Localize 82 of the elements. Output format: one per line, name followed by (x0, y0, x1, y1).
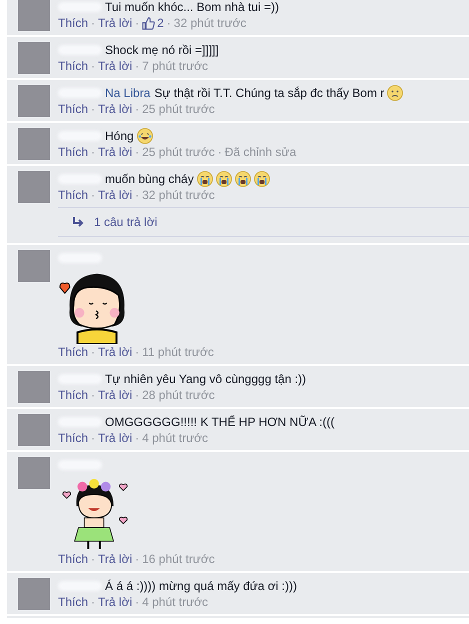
comment-text: Á á á :)))) mừng quá mấy đứa ơi :))) (105, 578, 297, 594)
comment-meta: 32 phút trước (174, 15, 246, 31)
separator-dot: · (90, 144, 96, 160)
comment-meta: 32 phút trước (142, 187, 215, 203)
comment-text: Shock mẹ nó rồi =]]]]] (105, 42, 219, 58)
action-link[interactable]: Trả lời (98, 144, 132, 160)
action-link[interactable]: Trả lời (98, 594, 132, 610)
action-link[interactable]: Thích (58, 15, 88, 31)
separator-dot: · (90, 58, 96, 74)
comment-meta: 4 phút trước (142, 430, 208, 446)
avatar-photo-placeholder (18, 42, 50, 74)
avatar-photo-placeholder (18, 457, 50, 489)
action-link[interactable]: Trả lời (98, 344, 132, 360)
action-link[interactable]: Thích (58, 594, 88, 610)
separator-dot: · (134, 551, 140, 567)
avatar-photo-placeholder (18, 578, 50, 610)
separator-dot: · (134, 387, 140, 403)
frowning-face-icon (387, 85, 404, 101)
crying-face-icon (234, 171, 251, 187)
avatar-photo-placeholder (18, 0, 50, 31)
separator-dot: · (134, 15, 140, 31)
separator-dot: · (134, 594, 140, 610)
comment-meta: 11 phút trước (142, 344, 214, 360)
comment-meta: 7 phút trước (142, 58, 208, 74)
like-count[interactable]: 2 (142, 15, 164, 31)
separator-dot: · (134, 187, 140, 203)
action-link[interactable]: Trả lời (98, 101, 132, 117)
action-link[interactable]: Thích (58, 430, 88, 446)
avatar-photo-placeholder (18, 171, 50, 203)
action-link[interactable]: Thích (58, 344, 88, 360)
avatar-photo-placeholder (18, 250, 50, 282)
avatar-photo-placeholder (18, 371, 50, 403)
crying-face-icon (254, 171, 270, 187)
laughing-tears-face-icon (136, 128, 153, 144)
avatar-photo-placeholder (18, 128, 50, 160)
separator-dot: · (134, 344, 140, 360)
comment-text: Hóng (105, 128, 134, 144)
separator-dot: · (90, 387, 96, 403)
comment-text: muốn bùng cháy (105, 171, 194, 187)
action-link[interactable]: Thích (58, 187, 88, 203)
action-link[interactable]: Thích (58, 387, 88, 403)
action-link[interactable]: Trả lời (98, 430, 132, 446)
comment-text: Sự thật rồi T.T. Chúng ta sắp đc thấy Bom r (154, 85, 384, 101)
action-link[interactable]: Trả lời (98, 387, 132, 403)
separator-dot: · (134, 58, 140, 74)
action-link[interactable]: Thích (58, 551, 88, 567)
comment-meta: 4 phút trước (142, 594, 208, 610)
separator-dot: · (90, 101, 96, 117)
reply-arrow-icon (72, 217, 84, 227)
comment-meta: 25 phút trước (142, 144, 215, 160)
action-link[interactable]: Trả lời (98, 551, 132, 567)
comment-text: Tự nhiên yêu Yang vô cùngggg tận :)) (105, 371, 306, 387)
action-link[interactable]: Trả lời (98, 58, 132, 74)
crying-face-icon (196, 171, 213, 187)
separator-dot: · (90, 187, 96, 203)
action-link[interactable]: Trả lời (98, 15, 132, 31)
comment-meta: 28 phút trước (142, 387, 215, 403)
action-link[interactable]: Thích (58, 144, 88, 160)
avatar-photo-placeholder (18, 414, 50, 446)
action-link[interactable]: Thích (58, 58, 88, 74)
separator-dot: · (134, 144, 140, 160)
view-replies-link[interactable]: 1 câu trả lời (72, 213, 158, 231)
separator-dot: · (90, 15, 96, 31)
action-link[interactable]: Thích (58, 101, 88, 117)
separator-dot: · (90, 430, 96, 446)
separator-dot: · (134, 430, 140, 446)
separator-dot: · (90, 594, 96, 610)
action-link[interactable]: Trả lời (98, 187, 132, 203)
thumbs-up-icon (142, 16, 156, 30)
separator-dot: · (90, 344, 96, 360)
commenter-name[interactable]: Na Libra (105, 85, 150, 101)
separator-dot: · (90, 551, 96, 567)
comment-text: Tui muốn khóc... Bom nhà tui =)) (105, 0, 279, 15)
comment-meta: 25 phút trước (142, 101, 215, 117)
comment-meta: 16 phút trước (142, 551, 215, 567)
comment-meta: Đã chỉnh sửa (224, 144, 296, 160)
avatar-photo-placeholder (18, 85, 50, 117)
separator-dot: · (166, 15, 172, 31)
separator-dot: · (216, 144, 223, 160)
comment-text: OMGGGGGG!!!!! K THỂ HP HƠN NỮA :((( (105, 414, 334, 430)
separator-dot: · (134, 101, 140, 117)
crying-face-icon (216, 171, 232, 187)
